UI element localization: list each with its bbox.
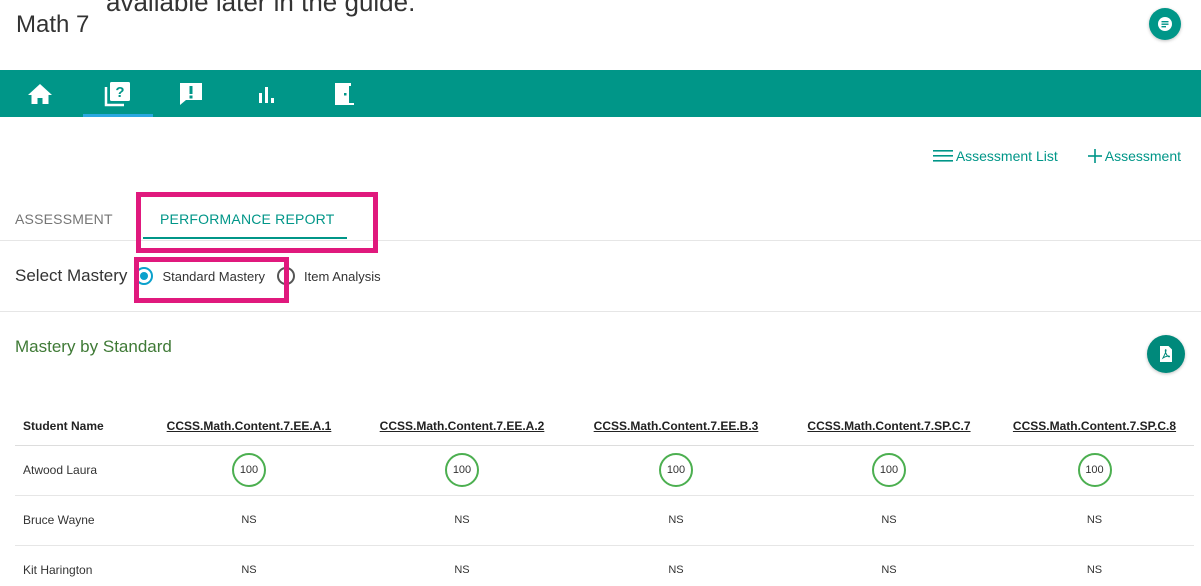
clipped-caption: available later in the guide. (106, 0, 416, 17)
tab-assessment[interactable]: ASSESSMENT (15, 211, 113, 227)
section-title: Mastery by Standard (15, 337, 172, 356)
nav-home-button[interactable] (10, 70, 70, 117)
not-started-cell: NS (143, 545, 355, 586)
nav-exit-button[interactable] (314, 70, 374, 117)
standard-header[interactable]: CCSS.Math.Content.7.EE.B.3 (569, 408, 783, 446)
nav-feedback-button[interactable] (161, 70, 221, 117)
table-header-row: Student Name CCSS.Math.Content.7.EE.A.1 … (15, 408, 1194, 446)
not-started-cell: NS (355, 495, 569, 546)
exit-door-icon (335, 82, 354, 105)
nav-reports-button[interactable] (236, 70, 296, 117)
table-row: Atwood Laura 100 100 100 100 100 (15, 445, 1194, 496)
highlight-box-report-tab (136, 192, 378, 253)
not-started-cell: NS (783, 545, 995, 586)
add-assessment-label: Assessment (1104, 148, 1181, 164)
course-title: Math 7 (16, 11, 90, 38)
alert-icon (180, 82, 202, 105)
bar-chart-icon (259, 86, 274, 103)
mastery-score-badge: 100 (445, 453, 479, 487)
mastery-table: Student Name CCSS.Math.Content.7.EE.A.1 … (15, 408, 1194, 586)
not-started-cell: NS (143, 495, 355, 546)
not-started-cell: NS (569, 495, 783, 546)
student-name: Kit Harington (15, 545, 143, 586)
add-assessment-link[interactable]: Assessment (1087, 148, 1181, 164)
radio-item-analysis-label: Item Analysis (304, 268, 381, 284)
not-started-cell: NS (995, 495, 1194, 546)
highlight-box-standard-mastery (134, 257, 289, 303)
pdf-icon (1160, 346, 1172, 362)
standard-header[interactable]: CCSS.Math.Content.7.EE.A.2 (355, 408, 569, 446)
mastery-score-badge: 100 (1077, 453, 1112, 487)
table-row: Bruce Wayne NS NS NS NS NS (15, 495, 1194, 546)
not-started-cell: NS (569, 545, 783, 586)
nav-assessment-button[interactable]: ? (83, 70, 153, 117)
export-pdf-button[interactable] (1147, 335, 1185, 373)
mastery-score-badge: 100 (659, 453, 693, 487)
student-name: Atwood Laura (15, 445, 143, 496)
assessment-actions: Assessment List Assessment (932, 148, 1181, 164)
list-icon (932, 150, 953, 162)
table-row: Kit Harington NS NS NS NS NS (15, 545, 1194, 586)
standard-header[interactable]: CCSS.Math.Content.7.SP.C.8 (995, 408, 1194, 446)
menu-button[interactable] (1149, 8, 1181, 40)
not-started-cell: NS (355, 545, 569, 586)
mastery-score-badge: 100 (232, 453, 266, 487)
student-name-header: Student Name (15, 408, 143, 446)
assessment-list-label: Assessment List (955, 148, 1058, 164)
mastery-score-badge: 100 (872, 453, 906, 487)
notes-icon (1158, 17, 1172, 31)
mastery-label: Select Mastery (15, 266, 128, 285)
svg-text:?: ? (115, 84, 124, 101)
home-icon (28, 83, 52, 104)
mastery-divider (0, 311, 1201, 312)
standard-header[interactable]: CCSS.Math.Content.7.EE.A.1 (143, 408, 355, 446)
standard-header[interactable]: CCSS.Math.Content.7.SP.C.7 (783, 408, 995, 446)
quiz-icon: ? (104, 81, 130, 106)
radio-item-analysis[interactable]: Item Analysis (277, 267, 381, 285)
student-name: Bruce Wayne (15, 495, 143, 546)
not-started-cell: NS (783, 495, 995, 546)
assessment-list-link[interactable]: Assessment List (932, 148, 1058, 164)
main-nav-bar: ? (0, 70, 1201, 117)
not-started-cell: NS (995, 545, 1194, 586)
plus-icon (1087, 149, 1102, 163)
